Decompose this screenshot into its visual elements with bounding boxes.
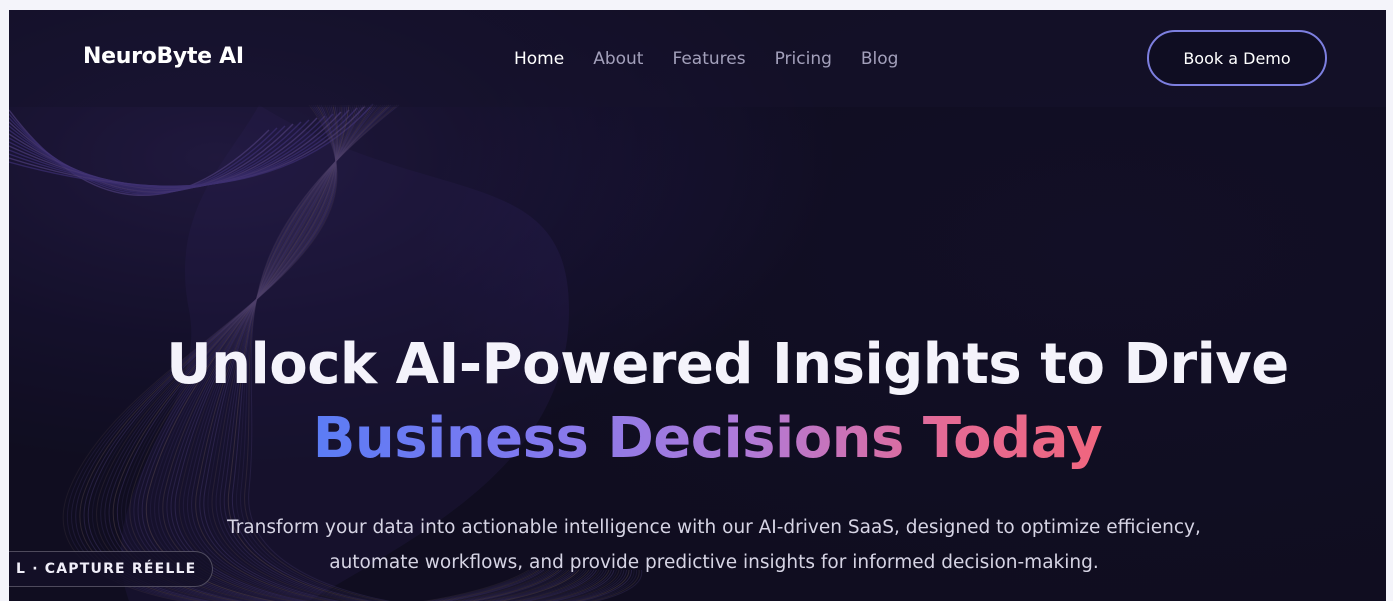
hero-subtitle-line1: Transform your data into actionable inte… xyxy=(227,517,1201,538)
nav-link-pricing[interactable]: Pricing xyxy=(775,49,832,69)
hero-title-gradient-text: Business Decisions Today xyxy=(312,406,1103,471)
hero-subtitle: Transform your data into actionable inte… xyxy=(159,510,1269,580)
book-demo-button[interactable]: Book a Demo xyxy=(1147,30,1327,86)
navbar: NeuroByte AI Home About Features Pricing… xyxy=(9,10,1386,107)
hero-title-line2: Business Decisions Today xyxy=(9,406,1386,471)
nav-link-home[interactable]: Home xyxy=(514,49,564,69)
hero-section: NeuroByte AI Home About Features Pricing… xyxy=(9,10,1386,601)
hero-title-line1: Unlock AI-Powered Insights to Drive xyxy=(166,332,1289,397)
nav-link-blog[interactable]: Blog xyxy=(861,49,899,69)
brand-logo[interactable]: NeuroByte AI xyxy=(83,44,244,69)
capture-badge: L · CAPTURE RÉELLE xyxy=(9,551,214,587)
nav-links: Home About Features Pricing Blog xyxy=(514,49,927,69)
hero-subtitle-line2: automate workflows, and provide predicti… xyxy=(329,552,1099,573)
nav-link-features[interactable]: Features xyxy=(672,49,745,69)
nav-link-about[interactable]: About xyxy=(593,49,643,69)
